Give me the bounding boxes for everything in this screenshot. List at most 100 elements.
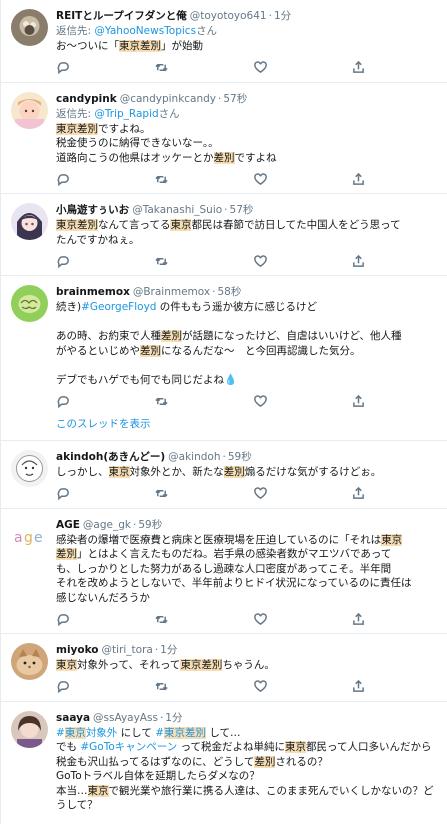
reply-button[interactable] bbox=[56, 612, 70, 626]
tweet[interactable]: 小鳥遊すぅいお @Takanashi_Suio · 57秒 東京差別なんて言って… bbox=[1, 194, 447, 276]
tweet-actions bbox=[56, 247, 366, 275]
reply-button[interactable] bbox=[56, 680, 70, 694]
retweet-button[interactable] bbox=[155, 172, 169, 186]
like-button[interactable] bbox=[253, 61, 267, 75]
timestamp[interactable]: 57秒 bbox=[223, 92, 247, 107]
like-button[interactable] bbox=[253, 394, 267, 408]
avatar[interactable] bbox=[11, 643, 48, 680]
show-thread-link[interactable]: このスレッドを表示 bbox=[56, 415, 437, 440]
author-handle[interactable]: @ssAyayAss bbox=[93, 711, 158, 726]
author-name[interactable]: candypink bbox=[56, 92, 117, 107]
like-button[interactable] bbox=[253, 487, 267, 501]
heart-icon bbox=[253, 61, 267, 74]
keyword-highlight: 差別 bbox=[213, 151, 235, 164]
text-segment: しっかし、 bbox=[56, 466, 109, 478]
like-button[interactable] bbox=[253, 172, 267, 186]
avatar[interactable] bbox=[11, 450, 48, 487]
timestamp[interactable]: 1分 bbox=[165, 711, 182, 726]
keyword-highlight: 差別 bbox=[140, 344, 161, 357]
author-name[interactable]: akindoh(あきんどー) bbox=[56, 450, 165, 465]
author-name[interactable]: saaya bbox=[56, 711, 90, 726]
share-button[interactable] bbox=[352, 487, 366, 501]
separator-dot: · bbox=[268, 10, 272, 22]
separator-dot: · bbox=[218, 92, 222, 105]
hashtag-link[interactable]: 対象外 bbox=[86, 727, 118, 739]
svg-text:g: g bbox=[24, 530, 33, 546]
author-handle[interactable]: @age_gk bbox=[83, 518, 131, 533]
timestamp[interactable]: 57秒 bbox=[230, 203, 254, 218]
keyword-highlight: 東京 bbox=[170, 219, 192, 231]
reply-button[interactable] bbox=[56, 394, 70, 408]
timestamp[interactable]: 58秒 bbox=[217, 285, 241, 300]
share-button[interactable] bbox=[352, 680, 366, 694]
reply-button[interactable] bbox=[56, 254, 70, 268]
separator-dot: · bbox=[222, 451, 226, 463]
timestamp[interactable]: 59秒 bbox=[228, 450, 252, 465]
share-button[interactable] bbox=[352, 254, 366, 268]
reply-button[interactable] bbox=[56, 487, 70, 501]
share-button[interactable] bbox=[352, 61, 366, 75]
retweet-button[interactable] bbox=[155, 394, 169, 408]
author-handle[interactable]: @candypinkcandy bbox=[120, 92, 216, 107]
like-button[interactable] bbox=[253, 612, 267, 626]
tweet[interactable]: brainmemox @Brainmemox · 58秒 続き)#GeorgeF… bbox=[1, 276, 447, 441]
tweet[interactable]: age AGE @age_gk · 59秒 感染者の爆増で医療費と病床と医療現場… bbox=[1, 509, 447, 634]
reply-button[interactable] bbox=[56, 172, 70, 186]
avatar[interactable] bbox=[11, 285, 48, 322]
share-button[interactable] bbox=[352, 172, 366, 186]
hashtag-link[interactable]: 東京差別 bbox=[164, 726, 206, 739]
author-name[interactable]: REITとループイフダンと俺 bbox=[56, 9, 187, 24]
avatar[interactable]: age bbox=[11, 517, 48, 555]
author-handle[interactable]: @tiri_tora bbox=[102, 643, 153, 658]
retweet-button[interactable] bbox=[155, 487, 169, 501]
avatar[interactable] bbox=[11, 710, 48, 748]
hashtag-link[interactable]: # bbox=[56, 727, 65, 739]
avatar[interactable] bbox=[11, 91, 48, 129]
hashtag-link[interactable]: #GeorgeFloyd bbox=[81, 301, 156, 313]
text-segment: お〜ついに「 bbox=[56, 40, 119, 52]
avatar[interactable] bbox=[11, 9, 48, 46]
retweet-button[interactable] bbox=[155, 254, 169, 268]
tweet[interactable]: saaya @ssAyayAss · 1分 #東京対象外 にして #東京差別 し… bbox=[1, 702, 447, 813]
share-button[interactable] bbox=[352, 612, 366, 626]
author-name[interactable]: 小鳥遊すぅいお bbox=[56, 203, 129, 218]
text-segment: 」が始動 bbox=[161, 40, 203, 52]
timestamp[interactable]: 59秒 bbox=[138, 518, 162, 533]
author-name[interactable]: brainmemox bbox=[56, 285, 130, 300]
hashtag-link[interactable]: # bbox=[155, 727, 164, 739]
reply-handle-link[interactable]: @YahooNewsTopics bbox=[94, 25, 196, 37]
reply-button[interactable] bbox=[56, 61, 70, 75]
author-handle[interactable]: @toyotoyo641 bbox=[190, 9, 267, 24]
tweet[interactable]: miyoko @tiri_tora · 1分 東京対象外って、それって東京差別ち… bbox=[1, 634, 447, 702]
share-button[interactable] bbox=[352, 394, 366, 408]
tweet[interactable]: REITとループイフダンと俺 @toyotoyo641 · 1分 返信先: @Y… bbox=[1, 0, 447, 83]
author-name[interactable]: AGE bbox=[56, 518, 80, 533]
heart-icon bbox=[253, 487, 267, 500]
tweet-header: 小鳥遊すぅいお @Takanashi_Suio · 57秒 bbox=[56, 203, 437, 218]
like-button[interactable] bbox=[253, 680, 267, 694]
text-segment: ちゃうん。 bbox=[222, 659, 275, 671]
tweet[interactable]: akindoh(あきんどー) @akindoh · 59秒 しっかし、東京対象外… bbox=[1, 441, 447, 509]
keyword-highlight: 東京 bbox=[108, 466, 130, 478]
retweet-button[interactable] bbox=[155, 61, 169, 75]
heart-icon bbox=[253, 172, 267, 185]
author-handle[interactable]: @akindoh bbox=[168, 450, 220, 465]
avatar[interactable] bbox=[11, 203, 48, 240]
author-handle[interactable]: @Brainmemox bbox=[133, 285, 210, 300]
reply-handle-link[interactable]: @Trip_Rapid bbox=[94, 108, 158, 120]
hashtag-link[interactable]: 東京 bbox=[64, 726, 86, 739]
timestamp[interactable]: 1分 bbox=[160, 643, 177, 658]
hashtag-link[interactable]: #GoToキャンペーン bbox=[80, 741, 177, 753]
timestamp[interactable]: 1分 bbox=[274, 9, 291, 24]
retweet-icon bbox=[155, 63, 168, 72]
author-name[interactable]: miyoko bbox=[56, 643, 99, 658]
tweet-text: しっかし、東京対象外とか、新たな差別煽るだけな気がするけどぉ。 bbox=[56, 465, 437, 480]
tweet[interactable]: candypink @candypinkcandy · 57秒 返信先: @Tr… bbox=[1, 83, 447, 194]
tweet-text: 東京差別ですよね。 税金使うのに納得できないなー。。 道路向こうの他県はオッケー… bbox=[56, 122, 437, 166]
like-button[interactable] bbox=[253, 254, 267, 268]
separator-dot: · bbox=[159, 711, 164, 724]
retweet-button[interactable] bbox=[155, 612, 169, 626]
retweet-button[interactable] bbox=[155, 680, 169, 694]
tweet-header: saaya @ssAyayAss · 1分 bbox=[56, 711, 437, 726]
author-handle[interactable]: @Takanashi_Suio bbox=[132, 203, 222, 218]
